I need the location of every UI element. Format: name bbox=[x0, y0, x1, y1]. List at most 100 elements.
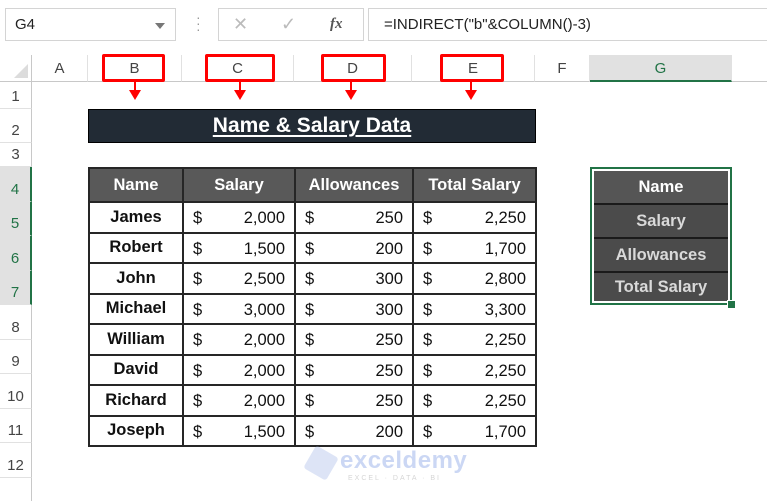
arrow-down-icon bbox=[234, 90, 246, 100]
cell-allowances[interactable]: $250 bbox=[294, 353, 414, 386]
cell-name[interactable]: Michael bbox=[88, 292, 184, 325]
cell-salary[interactable]: $2,500 bbox=[182, 262, 296, 295]
total-amount: 3,300 bbox=[484, 300, 526, 319]
salary-amount: 2,000 bbox=[243, 331, 285, 349]
salary-amount: 2,500 bbox=[243, 270, 285, 288]
row-header-12[interactable]: 12 bbox=[0, 443, 32, 478]
column-header-g[interactable]: G bbox=[590, 55, 732, 82]
allowances-amount: 300 bbox=[375, 300, 403, 319]
row-header-8[interactable]: 8 bbox=[0, 305, 32, 340]
currency-symbol: $ bbox=[423, 422, 433, 441]
cell-name[interactable]: David bbox=[88, 353, 184, 386]
row-header-5[interactable]: 5 bbox=[0, 202, 32, 236]
cell-total[interactable]: $3,300 bbox=[412, 292, 537, 325]
row-header-1[interactable]: 1 bbox=[0, 82, 32, 109]
cell-allowances[interactable]: $250 bbox=[294, 201, 414, 234]
cell-salary[interactable]: $2,000 bbox=[182, 201, 296, 234]
currency-symbol: $ bbox=[305, 331, 315, 349]
cell-name[interactable]: William bbox=[88, 323, 184, 356]
currency-symbol: $ bbox=[423, 331, 433, 349]
cell-total[interactable]: $2,250 bbox=[412, 384, 537, 417]
total-amount: 1,700 bbox=[484, 422, 526, 441]
cell-allowances[interactable]: $300 bbox=[294, 262, 414, 295]
cell-allowances[interactable]: $250 bbox=[294, 384, 414, 417]
currency-symbol: $ bbox=[193, 270, 203, 288]
column-header-f[interactable]: F bbox=[535, 55, 590, 82]
allowances-amount: 250 bbox=[375, 361, 403, 380]
header-salary[interactable]: Salary bbox=[182, 167, 296, 203]
sheet-title: Name & Salary Data bbox=[88, 109, 536, 143]
cell-total[interactable]: $2,250 bbox=[412, 323, 537, 356]
cell-total[interactable]: $1,700 bbox=[412, 231, 537, 264]
row-header-11[interactable]: 11 bbox=[0, 409, 32, 443]
currency-symbol: $ bbox=[305, 300, 315, 319]
row-header-10[interactable]: 10 bbox=[0, 374, 32, 409]
result-cell-g6[interactable]: Allowances bbox=[594, 239, 728, 273]
cell-salary[interactable]: $1,500 bbox=[182, 414, 296, 447]
allowances-amount: 200 bbox=[375, 422, 403, 441]
row-header-6[interactable]: 6 bbox=[0, 236, 32, 271]
cell-salary[interactable]: $2,000 bbox=[182, 353, 296, 386]
row-header-2[interactable]: 2 bbox=[0, 109, 32, 143]
cell-salary[interactable]: $3,000 bbox=[182, 292, 296, 325]
name-box[interactable]: G4 bbox=[5, 8, 176, 41]
cell-allowances[interactable]: $200 bbox=[294, 231, 414, 264]
result-cell-g7[interactable]: Total Salary bbox=[594, 273, 728, 301]
column-header-h[interactable] bbox=[732, 55, 767, 82]
chevron-down-icon[interactable] bbox=[155, 23, 165, 29]
select-all-button[interactable] bbox=[0, 55, 32, 82]
selected-range-g4-g7[interactable]: Name Salary Allowances Total Salary bbox=[590, 167, 732, 305]
cell-total[interactable]: $2,800 bbox=[412, 262, 537, 295]
result-cell-g4[interactable]: Name bbox=[594, 171, 728, 205]
header-total-salary[interactable]: Total Salary bbox=[412, 167, 537, 203]
currency-symbol: $ bbox=[423, 300, 433, 319]
watermark-brand: exceldemy bbox=[340, 447, 468, 474]
enter-icon[interactable]: ✓ bbox=[281, 14, 296, 35]
cell-salary[interactable]: $2,000 bbox=[182, 384, 296, 417]
currency-symbol: $ bbox=[305, 239, 315, 258]
cell-name[interactable]: James bbox=[88, 201, 184, 234]
cell-name[interactable]: Joseph bbox=[88, 414, 184, 447]
header-allowances[interactable]: Allowances bbox=[294, 167, 414, 203]
fill-handle[interactable] bbox=[727, 300, 736, 309]
cell-salary[interactable]: $2,000 bbox=[182, 323, 296, 356]
annotation-box-e bbox=[440, 54, 504, 82]
currency-symbol: $ bbox=[305, 392, 315, 410]
salary-amount: 2,000 bbox=[243, 392, 285, 410]
cell-name[interactable]: John bbox=[88, 262, 184, 295]
row-header-3[interactable]: 3 bbox=[0, 143, 32, 167]
currency-symbol: $ bbox=[305, 422, 315, 441]
currency-symbol: $ bbox=[423, 392, 433, 410]
cell-allowances[interactable]: $200 bbox=[294, 414, 414, 447]
annotation-arrow-b bbox=[134, 82, 136, 90]
currency-symbol: $ bbox=[305, 270, 315, 288]
total-amount: 2,800 bbox=[484, 270, 526, 288]
cell-allowances[interactable]: $250 bbox=[294, 323, 414, 356]
cell-total[interactable]: $2,250 bbox=[412, 201, 537, 234]
salary-amount: 1,500 bbox=[243, 422, 285, 441]
result-cell-g5[interactable]: Salary bbox=[594, 205, 728, 239]
insert-function-icon[interactable]: fx bbox=[330, 16, 343, 33]
cell-total[interactable]: $2,250 bbox=[412, 353, 537, 386]
row-header-4[interactable]: 4 bbox=[0, 167, 32, 202]
table-row: Michael $3,000 $300 $3,300 bbox=[88, 292, 537, 325]
cell-name[interactable]: Robert bbox=[88, 231, 184, 264]
table-row: Richard $2,000 $250 $2,250 bbox=[88, 384, 537, 417]
allowances-amount: 250 bbox=[375, 331, 403, 349]
more-options-icon[interactable]: · · · bbox=[196, 10, 201, 36]
cell-total[interactable]: $1,700 bbox=[412, 414, 537, 447]
table-header-row: Name Salary Allowances Total Salary bbox=[88, 167, 537, 203]
row-header-9[interactable]: 9 bbox=[0, 340, 32, 374]
row-header-13[interactable] bbox=[0, 478, 32, 501]
annotation-box-d bbox=[321, 54, 386, 82]
cell-allowances[interactable]: $300 bbox=[294, 292, 414, 325]
cell-name[interactable]: Richard bbox=[88, 384, 184, 417]
row-header-7[interactable]: 7 bbox=[0, 271, 32, 305]
cancel-icon[interactable]: ✕ bbox=[233, 14, 248, 35]
column-header-a[interactable]: A bbox=[32, 55, 88, 82]
salary-table: Name Salary Allowances Total Salary Jame… bbox=[88, 167, 537, 447]
formula-input[interactable]: =INDIRECT("b"&COLUMN()-3) bbox=[368, 8, 767, 41]
cell-salary[interactable]: $1,500 bbox=[182, 231, 296, 264]
header-name[interactable]: Name bbox=[88, 167, 184, 203]
annotation-arrow-c bbox=[239, 82, 241, 90]
